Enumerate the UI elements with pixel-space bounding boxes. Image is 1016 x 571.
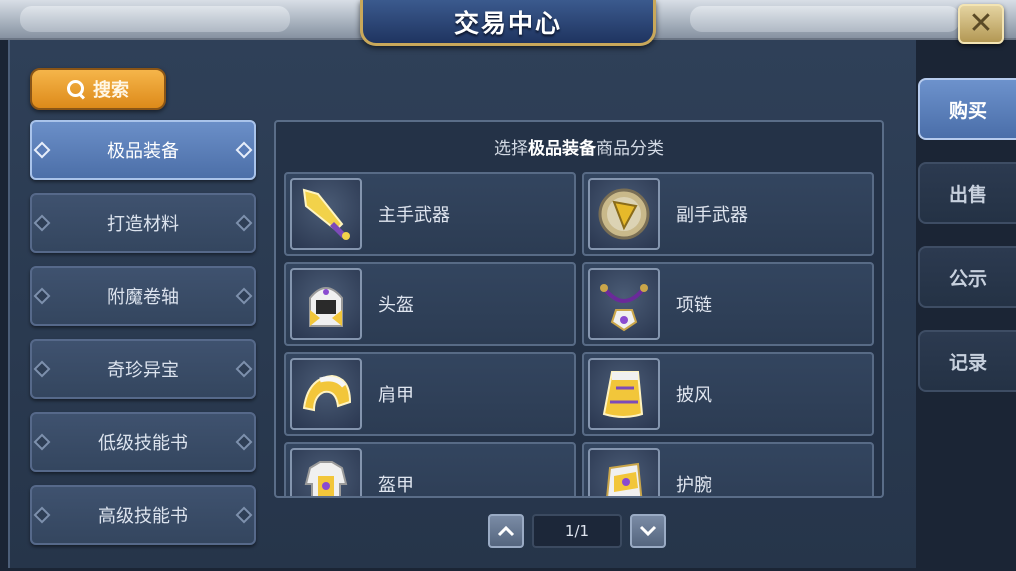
- tab-sell[interactable]: 出售: [918, 162, 1016, 224]
- item-name: 项链: [676, 295, 712, 316]
- item-name: 盔甲: [378, 475, 414, 496]
- category-label: 低级技能书: [98, 433, 188, 454]
- top-bar-decoration: [20, 6, 290, 32]
- diamond-ornament-icon: [235, 141, 253, 159]
- item-slot-pauldron[interactable]: 肩甲: [284, 352, 576, 436]
- chevron-down-icon: [639, 525, 657, 537]
- tab-public[interactable]: 公示: [918, 246, 1016, 308]
- tab-label: 记录: [948, 351, 987, 374]
- category-label: 极品装备: [107, 141, 179, 162]
- category-item[interactable]: 极品装备: [30, 120, 256, 180]
- close-button[interactable]: ✕: [958, 4, 1004, 44]
- chevron-up-icon: [497, 525, 515, 537]
- category-item[interactable]: 奇珍异宝: [30, 339, 256, 399]
- grid-header-suffix: 商品分类: [596, 138, 664, 159]
- search-icon: [67, 80, 85, 98]
- item-slot-off-weapon[interactable]: 副手武器: [582, 172, 874, 256]
- category-item[interactable]: 高级技能书: [30, 485, 256, 545]
- item-slot-cape[interactable]: 披风: [582, 352, 874, 436]
- diamond-ornament-icon: [33, 287, 51, 305]
- item-slot-armor[interactable]: 盔甲: [284, 442, 576, 496]
- helmet-icon: [290, 268, 362, 340]
- pauldron-icon: [290, 358, 362, 430]
- diamond-ornament-icon: [33, 214, 51, 232]
- diamond-ornament-icon: [235, 214, 253, 232]
- page-indicator: 1/1: [532, 514, 622, 548]
- item-name: 副手武器: [676, 205, 748, 226]
- item-name: 肩甲: [378, 385, 414, 406]
- grid-header-category: 极品装备: [528, 138, 596, 159]
- necklace-icon: [588, 268, 660, 340]
- diamond-ornament-icon: [235, 506, 253, 524]
- diamond-ornament-icon: [235, 360, 253, 378]
- item-slot-helmet[interactable]: 头盔: [284, 262, 576, 346]
- category-label: 高级技能书: [98, 506, 188, 527]
- item-name: 头盔: [378, 295, 414, 316]
- diamond-ornament-icon: [33, 141, 51, 159]
- side-tabs: 购买 出售 公示 记录: [918, 78, 1016, 414]
- grid-header: 选择 极品装备 商品分类: [276, 122, 882, 170]
- category-list: 极品装备 打造材料 附魔卷轴 奇珍异宝 低级技能书 高级技能书: [30, 120, 256, 558]
- item-slot-main-weapon[interactable]: 主手武器: [284, 172, 576, 256]
- page-down-button[interactable]: [630, 514, 666, 548]
- search-button[interactable]: 搜索: [30, 68, 166, 110]
- tab-label: 出售: [948, 183, 987, 206]
- category-item[interactable]: 附魔卷轴: [30, 266, 256, 326]
- tab-label: 购买: [948, 99, 987, 122]
- category-label: 打造材料: [107, 214, 179, 235]
- shield-icon: [588, 178, 660, 250]
- sword-icon: [290, 178, 362, 250]
- pager: 1/1: [488, 514, 666, 548]
- category-label: 奇珍异宝: [107, 360, 179, 381]
- item-slot-necklace[interactable]: 项链: [582, 262, 874, 346]
- diamond-ornament-icon: [33, 360, 51, 378]
- item-slot-bracer[interactable]: 护腕: [582, 442, 874, 496]
- tab-buy[interactable]: 购买: [918, 78, 1016, 140]
- tab-label: 公示: [948, 267, 987, 290]
- category-label: 附魔卷轴: [107, 287, 179, 308]
- item-name: 主手武器: [378, 205, 450, 226]
- category-item[interactable]: 低级技能书: [30, 412, 256, 472]
- diamond-ornament-icon: [33, 506, 51, 524]
- grid-header-prefix: 选择: [494, 138, 528, 159]
- cape-icon: [588, 358, 660, 430]
- page-up-button[interactable]: [488, 514, 524, 548]
- item-name: 护腕: [676, 475, 712, 496]
- close-icon: ✕: [968, 6, 994, 41]
- search-label: 搜索: [93, 80, 129, 101]
- diamond-ornament-icon: [235, 287, 253, 305]
- item-grid: 选择 极品装备 商品分类 主手武器 副手武器 头盔 项链 肩甲 披风 盔甲 护腕: [274, 120, 884, 498]
- tab-records[interactable]: 记录: [918, 330, 1016, 392]
- diamond-ornament-icon: [235, 433, 253, 451]
- top-bar-decoration: [690, 6, 960, 32]
- item-name: 披风: [676, 385, 712, 406]
- category-item[interactable]: 打造材料: [30, 193, 256, 253]
- armor-icon: [290, 448, 362, 496]
- title-plate: 交易中心: [360, 0, 656, 46]
- bracer-icon: [588, 448, 660, 496]
- page-title: 交易中心: [453, 8, 562, 38]
- diamond-ornament-icon: [33, 433, 51, 451]
